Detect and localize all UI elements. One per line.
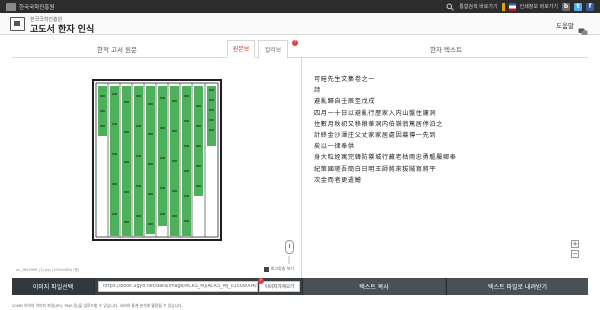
flag-icon bbox=[508, 2, 516, 11]
footer-notice: 20MB 이하의 이미지 파일(JPG, PNG 등)을 업로드할 수 있습니다… bbox=[12, 303, 183, 308]
minus-icon[interactable]: − bbox=[571, 250, 579, 258]
facebook-icon[interactable]: f bbox=[586, 2, 594, 11]
image-file-name: ac_1692969_(1).jpg (1920x960) (원) bbox=[16, 268, 80, 272]
top-bar: 한국국학진흥원 통합검색 바로가기 인쇄정보 바로가기 b t f bbox=[0, 0, 600, 13]
text-line: 計終金沙渾庄父丈家家居處因蘂傳一先到 bbox=[314, 132, 437, 140]
org-logo[interactable]: 한국국학진흥원 bbox=[6, 2, 54, 11]
mouse-scroll-icon[interactable] bbox=[285, 240, 294, 254]
copy-text-button[interactable]: 텍스트 복사 bbox=[302, 278, 445, 295]
text-line: 身大粒姪寓完韓防禦城行藏老枯雨忠勇驅屬卿奉 bbox=[314, 154, 457, 162]
pane-tabs: 한적 고서 원문 원본보 컬러보 ? 한자 텍스트 bbox=[12, 40, 588, 58]
text-line: 住數月秋初又移稂華洞内伯嶺翁篤居停泊之 bbox=[314, 120, 443, 128]
plus-icon[interactable]: + bbox=[571, 240, 579, 248]
tab-bw-view[interactable]: 원본보 bbox=[227, 40, 255, 58]
twitter-icon[interactable]: t bbox=[574, 2, 582, 11]
org-mark-icon bbox=[6, 2, 16, 11]
scanned-document-image[interactable] bbox=[87, 76, 227, 246]
text-line: 避亂歸自壬辰至戊戌 bbox=[314, 98, 376, 106]
separator-icon bbox=[501, 2, 505, 11]
app-title: 고도서 한자 인식 bbox=[30, 25, 95, 35]
text-line: 四月一十日以避亂行歷家入内山盤住廬洞 bbox=[314, 109, 437, 117]
fit-view-toggle[interactable]: 최고맞춤 보기 bbox=[263, 266, 294, 272]
text-line: 次金而者更遣鱠 bbox=[314, 176, 362, 184]
tab-color-view[interactable]: 컬러보 bbox=[258, 40, 288, 58]
image-url-input[interactable] bbox=[98, 281, 258, 292]
help-button[interactable]: 도움말 bbox=[556, 20, 588, 35]
org-name: 한국국학진흥원 bbox=[19, 4, 55, 11]
recognized-text-block[interactable]: 可畦先生文集卷之一 詩 避亂歸自壬辰至戊戌 四月一十日以避亂行歷家入内山盤住廬洞… bbox=[314, 74, 457, 186]
download-text-button[interactable]: 텍스트 파일로 내려받기 bbox=[446, 278, 588, 295]
app-logo-icon[interactable] bbox=[10, 17, 25, 31]
text-line: 矣以一律奉供 bbox=[314, 143, 355, 151]
top-link-print-info[interactable]: 인쇄정보 바로가기 bbox=[520, 3, 558, 10]
blog-icon[interactable]: b bbox=[562, 2, 570, 11]
top-right-links: 통합검색 바로가기 인쇄정보 바로가기 b t f bbox=[445, 2, 594, 11]
search-icon[interactable] bbox=[445, 3, 455, 11]
text-line: 可畦先生文集卷之一 bbox=[314, 76, 376, 83]
text-pane: 可畦先生文集卷之一 詩 避亂歸自壬辰至戊戌 四月一十日以避亂行歷家入内山盤住廬洞… bbox=[302, 58, 588, 278]
tab-original-image: 한적 고서 원문 bbox=[96, 46, 137, 54]
checkbox-icon bbox=[263, 266, 269, 272]
tab-recognized-text: 한자 텍스트 bbox=[430, 46, 462, 54]
text-line: 紀策國嗟吾簡白日明王師將來拔賊寫將平 bbox=[314, 165, 437, 173]
text-line: 詩 bbox=[314, 87, 321, 95]
zoom-rail bbox=[288, 256, 290, 264]
help-label: 도움말 bbox=[556, 22, 574, 30]
action-bar: 이미지 파일선택 ? 이미지가져오기 텍스트 복사 텍스트 파일로 내려받기 bbox=[12, 278, 588, 295]
app-header: 한국국학진흥원 고도서 한자 인식 도움말 bbox=[0, 13, 600, 35]
tab-help-badge[interactable]: ? bbox=[292, 40, 298, 46]
help-chat-icon bbox=[578, 21, 588, 35]
load-image-url-button[interactable]: 이미지가져오기 bbox=[259, 281, 300, 292]
top-link-integrated-search[interactable]: 통합검색 바로가기 bbox=[459, 3, 497, 10]
url-help-badge[interactable]: ? bbox=[258, 278, 264, 284]
image-pane: ac_1692969_(1).jpg (1920x960) (원) 최고맞춤 보… bbox=[12, 58, 300, 278]
select-image-file-button[interactable]: 이미지 파일선택 bbox=[12, 278, 95, 295]
fit-view-label: 최고맞춤 보기 bbox=[270, 266, 294, 271]
footer: 20MB 이하의 이미지 파일(JPG, PNG 등)을 업로드할 수 있습니다… bbox=[0, 302, 600, 310]
